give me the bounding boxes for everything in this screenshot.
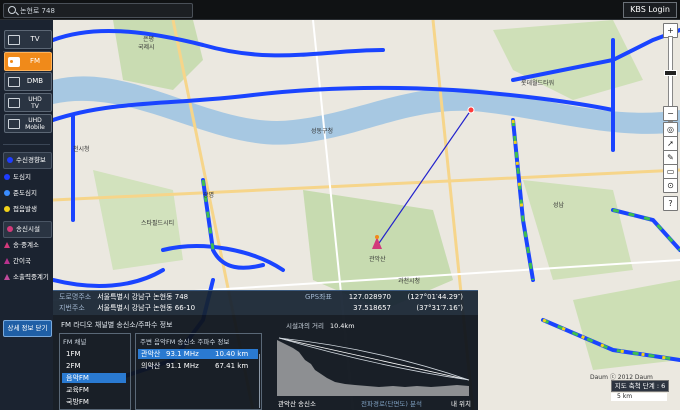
map-label-gwacheon: 과천시청 — [398, 278, 421, 285]
media-uhd-mobile-button[interactable]: UHD Mobile — [4, 114, 52, 133]
tower-icon — [4, 242, 10, 248]
media-uhd-tv-button[interactable]: UHD TV — [4, 93, 52, 112]
top-bar: KBS Login — [0, 0, 680, 20]
urban-dot-icon — [4, 174, 10, 180]
map-label-seongnam: 성남 — [553, 202, 565, 209]
map-label-starfield: 스타필드시티 — [141, 220, 175, 227]
media-tv-label: TV — [30, 35, 40, 43]
legend-item-relay: 송·중계소 — [4, 239, 52, 251]
pointer-icon[interactable]: ➚ — [663, 136, 678, 151]
search-input[interactable] — [20, 4, 188, 17]
distance-readout: 시설과의 거리 10.4km — [286, 322, 355, 330]
transmitter-legend-toggle[interactable]: 송신시설 — [3, 221, 52, 238]
map-label-cheonsi: 천시청 — [73, 146, 90, 153]
reception-legend-title: 수신경향보 — [16, 156, 46, 164]
legend-item-urban: 도심지 — [4, 171, 52, 183]
locate-icon[interactable]: ⊙ — [663, 178, 678, 193]
transmitter-scrollbar[interactable] — [259, 354, 260, 408]
transmitter-list-header: 주변 음악FM 송신소 주파수 정보 — [140, 338, 230, 346]
media-uhd-mobile-label: UHD Mobile — [25, 117, 45, 131]
transmitter-list: 주변 음악FM 송신소 주파수 정보 관악산 93.1 MHz 10.40 km… — [135, 333, 262, 410]
transmitter-row[interactable]: 의악산 91.1 MHz 67.41 km — [138, 361, 258, 371]
channel-list: FM 채널 1FM 2FM 음악FM 교육FM 국방FM — [59, 333, 131, 410]
map-label-gukje: 국제시 — [138, 44, 155, 51]
map-label-gwangmyeong: 광명 — [203, 192, 215, 199]
channel-item-selected[interactable]: 음악FM — [62, 373, 126, 383]
map-scale-level: 지도 축척 단계 : 6 — [611, 380, 669, 392]
map-label-seongdong: 성동구청 — [311, 128, 334, 135]
login-button[interactable]: KBS Login — [623, 2, 677, 18]
zoom-slider-handle[interactable] — [664, 70, 677, 76]
transmitter-legend-title: 송신시설 — [16, 225, 40, 233]
media-fm-label: FM — [29, 57, 41, 65]
road-address: 도로명주소 서울특별시 강남구 논현동 748 — [59, 293, 189, 301]
channel-item[interactable]: 국방FM — [66, 397, 126, 407]
address-panel: 도로명주소 서울특별시 강남구 논현동 748 지번주소 서울특별시 강남구 논… — [53, 290, 478, 315]
area-icon[interactable]: ▭ — [663, 164, 678, 179]
gps-lat: 37.518657 (37°31′7.16″) — [353, 304, 463, 312]
map-scale-bar: 5 km — [611, 393, 667, 401]
legend-item-suburban: 준도심지 — [4, 187, 52, 199]
media-dmb-label: DMB — [26, 77, 44, 85]
media-dmb-button[interactable]: DMB — [4, 72, 52, 91]
terrain-profile-graphic — [277, 337, 470, 396]
channel-list-header: FM 채널 — [63, 338, 87, 346]
legend-item-simple: 간이국 — [4, 255, 52, 267]
gps-lon: GPS좌표 127.028970 (127°01′44.29″) — [305, 293, 463, 301]
uhd-mobile-icon — [8, 119, 20, 129]
transmitter-dot-icon — [7, 226, 13, 232]
tower-icon — [4, 274, 10, 280]
profile-analysis-label: 전파경로(단면도) 분석 — [361, 400, 422, 408]
noise-dot-icon — [4, 206, 10, 212]
fm-info-panel: FM 라디오 채널별 송신소/주파수 정보 FM 채널 1FM 2FM 음악FM… — [53, 315, 478, 410]
tower-icon — [4, 258, 10, 264]
media-tv-button[interactable]: TV — [4, 30, 52, 49]
divider — [3, 144, 50, 145]
lot-address: 지번주소 서울특별시 강남구 논현동 66-10 — [59, 304, 196, 312]
media-uhd-tv-label: UHD TV — [28, 96, 42, 110]
profile-end-label: 내 위치 — [450, 400, 471, 408]
dmb-icon — [8, 77, 20, 87]
search-icon[interactable] — [8, 6, 16, 14]
pen-icon[interactable]: ✎ — [663, 150, 678, 165]
search-box[interactable] — [3, 3, 193, 18]
legend-item-noise: 접음발생 — [4, 203, 52, 215]
transmitter-row-selected[interactable]: 관악산 93.1 MHz 10.40 km — [138, 349, 258, 359]
channel-item[interactable]: 2FM — [66, 361, 126, 371]
map-label-lotte: 롯데월드타워 — [521, 80, 555, 87]
legend-item-low-power: 소출력중계기 — [4, 271, 52, 283]
map-label-gwanaksan: 관악산 — [369, 256, 386, 263]
help-icon[interactable]: ? — [663, 196, 678, 211]
target-icon[interactable]: ◎ — [663, 122, 678, 137]
radio-icon — [8, 57, 20, 67]
media-fm-button[interactable]: FM — [4, 52, 52, 71]
reception-legend-toggle[interactable]: 수신경향보 — [3, 152, 52, 169]
fm-panel-title: FM 라디오 채널별 송신소/주파수 정보 — [61, 321, 173, 329]
channel-item[interactable]: 교육FM — [66, 385, 126, 395]
profile-start-label: 관악산 송신소 — [278, 400, 316, 408]
tv-icon — [8, 35, 20, 45]
zoom-out-button[interactable]: − — [663, 106, 678, 121]
channel-item[interactable]: 1FM — [66, 349, 126, 359]
sidebar: TV FM DMB UHD TV UHD Mobile 수신경향보 도심지 준도심지… — [0, 20, 53, 410]
path-profile: 시설과의 거리 10.4km 관악산 송신소 전파경로(단면도) 분석 내 위치 — [273, 320, 473, 408]
uhd-tv-icon — [8, 98, 20, 108]
suburban-dot-icon — [4, 190, 10, 196]
reception-dot-icon — [7, 157, 13, 163]
close-detail-button[interactable]: 상세 정보 닫기 — [3, 320, 52, 337]
